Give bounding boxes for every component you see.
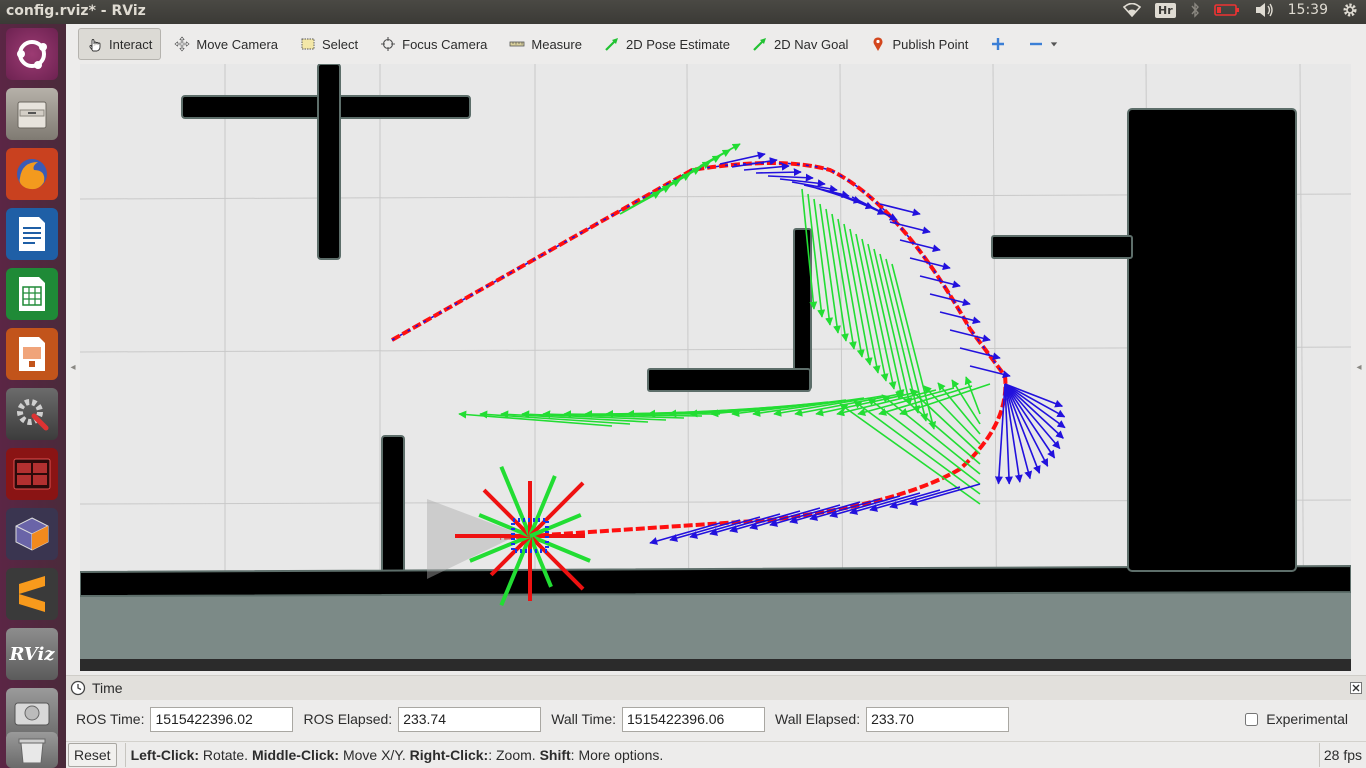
add-tool-button[interactable] <box>981 28 1015 60</box>
select-label: Select <box>322 36 359 52</box>
wall-elapsed-field[interactable] <box>866 706 1010 732</box>
remove-tool-button[interactable] <box>1019 28 1067 60</box>
ros-elapsed-label: ROS Elapsed: <box>303 711 393 727</box>
status-bar: Reset Left-Click: Rotate. Middle-Click: … <box>66 741 1366 768</box>
map-canvas[interactable] <box>80 64 1351 671</box>
publish-point-label: Publish Point <box>892 36 969 52</box>
hint-left-click-desc: Rotate. <box>199 747 252 763</box>
file-manager-icon[interactable] <box>6 88 58 140</box>
system-tray: Hr 15:39 <box>1123 2 1358 18</box>
hint-shift: Shift <box>539 747 571 763</box>
rviz-window: Interact Move Camera Select Focus Camera… <box>66 24 1366 768</box>
hint-middle-click: Middle-Click: <box>251 747 340 763</box>
experimental-label: Experimental <box>1266 711 1348 727</box>
plus-icon <box>992 38 1005 50</box>
time-panel-header: Time <box>66 676 1366 700</box>
chevron-down-icon <box>1051 42 1058 47</box>
green-arrow-icon <box>753 38 767 51</box>
virtualbox-icon[interactable] <box>6 508 58 560</box>
time-fields-row: ROS Time: ROS Elapsed: Wall Time: Wall E… <box>66 706 1366 732</box>
nav-goal-label: 2D Nav Goal <box>774 36 849 52</box>
time-panel: Time ROS Time: ROS Elapsed: Wall Time: W… <box>66 675 1366 741</box>
interact-label: Interact <box>109 36 153 52</box>
focus-camera-label: Focus Camera <box>402 36 488 52</box>
measure-label: Measure <box>531 36 582 52</box>
wall-time-label: Wall Time: <box>551 711 617 727</box>
fps-counter: 28 fps <box>1318 743 1366 767</box>
clock[interactable]: 15:39 <box>1288 2 1328 18</box>
hand-pointer-icon <box>89 39 101 52</box>
bluetooth-icon[interactable] <box>1190 2 1200 18</box>
ruler-icon <box>509 41 525 47</box>
battery-icon[interactable] <box>1213 3 1240 17</box>
hint-right-click: Right-Click: <box>409 747 489 763</box>
wall-elapsed-label: Wall Elapsed: <box>775 711 861 727</box>
move-camera-tool[interactable]: Move Camera <box>165 28 287 60</box>
terminal-icon[interactable] <box>6 448 58 500</box>
select-tool[interactable]: Select <box>291 28 367 60</box>
mouse-hint: Left-Click: Rotate. Middle-Click: Move X… <box>124 743 1319 767</box>
hint-right-click-desc: : Zoom. <box>488 747 540 763</box>
nav-goal-tool[interactable]: 2D Nav Goal <box>743 28 857 60</box>
reset-button[interactable]: Reset <box>68 743 117 767</box>
focus-camera-tool[interactable]: Focus Camera <box>371 28 496 60</box>
time-panel-title: Time <box>92 680 123 696</box>
map-lower-band <box>80 659 1351 671</box>
move-arrows-icon <box>174 36 190 52</box>
tools-toolbar: Interact Move Camera Select Focus Camera… <box>66 24 1366 64</box>
experimental-checkbox[interactable] <box>1245 712 1259 726</box>
ros-time-label: ROS Time: <box>76 711 145 727</box>
pose-estimate-label: 2D Pose Estimate <box>625 36 731 52</box>
measure-tool[interactable]: Measure <box>500 28 591 60</box>
impress-icon[interactable] <box>6 328 58 380</box>
rviz-launcher-label: RViz <box>9 643 55 665</box>
rviz-icon[interactable]: RViz <box>6 628 58 680</box>
window-title: config.rviz* - RViz <box>6 3 146 19</box>
sublime-text-icon[interactable] <box>6 568 58 620</box>
map-pin-icon <box>873 37 883 51</box>
left-dock-handle[interactable]: ◂ <box>68 64 78 671</box>
writer-icon[interactable] <box>6 208 58 260</box>
ros-time-field[interactable] <box>150 706 294 732</box>
interact-tool[interactable]: Interact <box>78 28 162 60</box>
volume-icon[interactable] <box>1254 2 1274 18</box>
system-settings-icon[interactable] <box>6 388 58 440</box>
clock-icon <box>70 680 86 696</box>
trash-icon[interactable] <box>6 732 58 768</box>
launcher: RViz <box>0 24 66 768</box>
hint-middle-click-desc: Move X/Y. <box>339 747 410 763</box>
crosshair-icon <box>381 37 396 51</box>
pose-estimate-tool[interactable]: 2D Pose Estimate <box>595 28 739 60</box>
minus-icon <box>1030 42 1043 46</box>
top-panel: config.rviz* - RViz Hr 15:39 <box>0 0 1366 24</box>
publish-point-tool[interactable]: Publish Point <box>861 28 977 60</box>
wall-time-field[interactable] <box>622 706 766 732</box>
render-viewport[interactable] <box>80 64 1351 671</box>
close-icon[interactable] <box>1350 682 1362 694</box>
hint-shift-desc: : More options. <box>570 747 664 763</box>
wifi-icon[interactable] <box>1123 3 1141 17</box>
right-dock-handle[interactable]: ◂ <box>1354 64 1364 671</box>
gear-icon[interactable] <box>1342 2 1358 18</box>
firefox-icon[interactable] <box>6 148 58 200</box>
keyboard-layout-indicator[interactable]: Hr <box>1155 2 1176 18</box>
pose-arrow <box>755 168 802 177</box>
ros-elapsed-field[interactable] <box>398 706 542 732</box>
map-unknown-area <box>80 586 1351 664</box>
hint-left-click: Left-Click: <box>130 747 200 763</box>
green-arrow-icon <box>605 38 618 51</box>
calc-icon[interactable] <box>6 268 58 320</box>
ubuntu-dash-icon[interactable] <box>6 28 58 80</box>
move-camera-label: Move Camera <box>196 36 278 52</box>
select-box-icon <box>301 38 315 50</box>
